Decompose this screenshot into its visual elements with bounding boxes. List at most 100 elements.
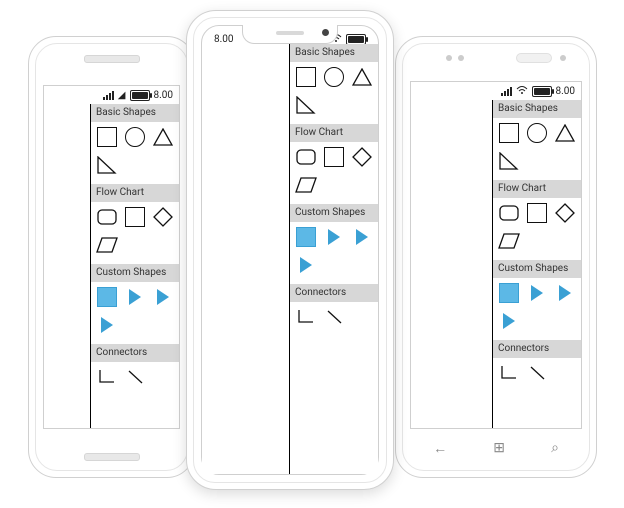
shape-custom-arrow-3[interactable] <box>498 310 520 332</box>
group-header-basic[interactable]: Basic Shapes <box>290 44 378 62</box>
shape-triangle[interactable] <box>152 126 174 148</box>
shape-custom-arrow-2[interactable] <box>152 286 174 308</box>
shape-data[interactable] <box>498 230 520 252</box>
shape-rounded-rect[interactable] <box>498 202 520 224</box>
group-header-custom[interactable]: Custom Shapes <box>91 264 179 282</box>
connector-straight[interactable] <box>323 306 345 328</box>
shape-custom-arrow-1[interactable] <box>526 282 548 304</box>
earpiece-icon <box>276 31 304 35</box>
screen-iphone: 8.00 Basic Shapes <box>201 25 379 475</box>
shape-custom-arrow-2[interactable] <box>554 282 576 304</box>
group-body-basic <box>493 118 581 180</box>
shape-custom-arrow-2[interactable] <box>351 226 373 248</box>
shape-process[interactable] <box>526 202 548 224</box>
group-header-custom[interactable]: Custom Shapes <box>290 204 378 222</box>
shape-rounded-rect[interactable] <box>96 206 118 228</box>
connector-straight[interactable] <box>526 362 548 384</box>
earpiece-icon <box>516 53 552 63</box>
shape-decision[interactable] <box>152 206 174 228</box>
group-body-flow <box>91 202 179 264</box>
group-body-basic <box>91 122 179 184</box>
shape-custom-square[interactable] <box>295 226 317 248</box>
diagram-canvas[interactable] <box>44 104 90 428</box>
shape-decision[interactable] <box>554 202 576 224</box>
diagram-canvas[interactable] <box>202 44 289 474</box>
status-time: 8.00 <box>154 90 174 101</box>
stencil-palette[interactable]: Basic Shapes Flow Chart Custom S <box>290 44 378 474</box>
shape-data[interactable] <box>295 174 317 196</box>
home-bar <box>84 453 140 461</box>
front-cam-icon <box>560 55 566 61</box>
shape-custom-square[interactable] <box>498 282 520 304</box>
camera-icon <box>322 29 329 36</box>
group-body-connectors <box>493 358 581 392</box>
phone-iphone: 8.00 Basic Shapes <box>186 10 394 490</box>
status-time: 8.00 <box>556 86 576 97</box>
group-body-custom <box>493 278 581 340</box>
shape-custom-square[interactable] <box>96 286 118 308</box>
group-body-flow <box>290 142 378 204</box>
group-header-basic[interactable]: Basic Shapes <box>91 104 179 122</box>
group-header-flow[interactable]: Flow Chart <box>290 124 378 142</box>
content-area: Basic Shapes Flow Chart Custom S <box>202 44 378 474</box>
shape-custom-arrow-3[interactable] <box>295 254 317 276</box>
group-header-basic[interactable]: Basic Shapes <box>493 100 581 118</box>
shape-rectangle[interactable] <box>295 66 317 88</box>
connector-orthogonal[interactable] <box>498 362 520 384</box>
phone-windows: 8.00 Basic Shapes Flow Chart <box>395 36 597 478</box>
cell-triangle-icon: ◢ <box>118 90 126 101</box>
group-body-basic <box>290 62 378 124</box>
shape-process[interactable] <box>323 146 345 168</box>
phone-android: ◢ 8.00 Basic Shapes Flow Chart <box>28 36 195 478</box>
signal-icon <box>103 91 114 100</box>
group-body-flow <box>493 198 581 260</box>
connector-orthogonal[interactable] <box>295 306 317 328</box>
stencil-palette[interactable]: Basic Shapes Flow Chart Custom S <box>493 100 581 428</box>
shape-ellipse[interactable] <box>526 122 548 144</box>
battery-icon <box>532 86 552 97</box>
stencil-palette[interactable]: Basic Shapes Flow Chart Custom S <box>91 104 179 428</box>
shape-rectangle[interactable] <box>96 126 118 148</box>
shape-data[interactable] <box>96 234 118 256</box>
shape-triangle[interactable] <box>554 122 576 144</box>
group-header-connectors[interactable]: Connectors <box>91 344 179 362</box>
diagram-canvas[interactable] <box>411 100 492 428</box>
shape-right-triangle[interactable] <box>295 94 317 116</box>
group-body-connectors <box>91 362 179 396</box>
sensor-icon <box>458 55 464 61</box>
camera-icon <box>446 55 452 61</box>
screen-android: ◢ 8.00 Basic Shapes Flow Chart <box>43 85 180 429</box>
shape-process[interactable] <box>124 206 146 228</box>
wifi-icon <box>516 86 528 98</box>
shape-ellipse[interactable] <box>323 66 345 88</box>
group-header-custom[interactable]: Custom Shapes <box>493 260 581 278</box>
battery-icon <box>346 34 366 45</box>
shape-rectangle[interactable] <box>498 122 520 144</box>
group-body-connectors <box>290 302 378 336</box>
shape-decision[interactable] <box>351 146 373 168</box>
status-bar: ◢ 8.00 <box>44 86 179 104</box>
shape-right-triangle[interactable] <box>96 154 118 176</box>
group-body-custom <box>290 222 378 284</box>
group-header-connectors[interactable]: Connectors <box>493 340 581 358</box>
screen-windows: 8.00 Basic Shapes Flow Chart <box>410 81 582 429</box>
group-header-connectors[interactable]: Connectors <box>290 284 378 302</box>
nav-search-button[interactable]: ⌕ <box>551 440 559 456</box>
status-time: 8.00 <box>214 34 234 45</box>
shape-ellipse[interactable] <box>124 126 146 148</box>
status-bar: 8.00 <box>411 82 581 100</box>
group-header-flow[interactable]: Flow Chart <box>493 180 581 198</box>
shape-custom-arrow-3[interactable] <box>96 314 118 336</box>
nav-back-button[interactable]: ← <box>433 440 447 457</box>
shape-custom-arrow-1[interactable] <box>124 286 146 308</box>
shape-right-triangle[interactable] <box>498 150 520 172</box>
group-header-flow[interactable]: Flow Chart <box>91 184 179 202</box>
shape-triangle[interactable] <box>351 66 373 88</box>
signal-icon <box>501 87 512 96</box>
shape-custom-arrow-1[interactable] <box>323 226 345 248</box>
nav-home-button[interactable]: ⊞ <box>493 440 505 456</box>
connector-orthogonal[interactable] <box>96 366 118 388</box>
shape-rounded-rect[interactable] <box>295 146 317 168</box>
content-area: Basic Shapes Flow Chart Custom S <box>44 104 179 428</box>
connector-straight[interactable] <box>124 366 146 388</box>
